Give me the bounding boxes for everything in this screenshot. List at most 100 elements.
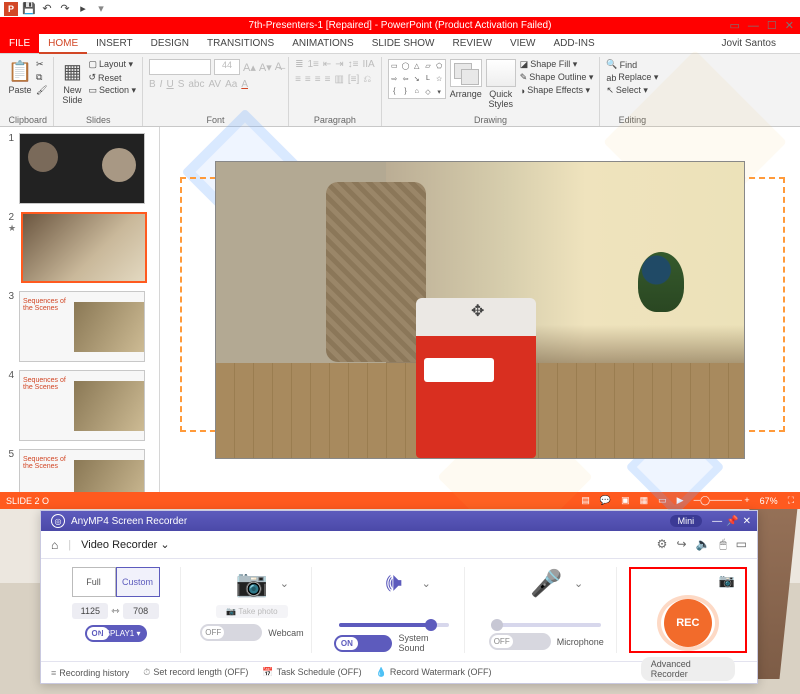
tab-animations[interactable]: ANIMATIONS — [283, 34, 362, 53]
font-family-select[interactable] — [149, 59, 211, 75]
comments-icon[interactable]: 💬 — [600, 495, 611, 506]
mouse-icon[interactable]: 🖱 — [719, 537, 726, 552]
section-button[interactable]: ▭Section ▾ — [88, 85, 136, 96]
chevron-down-icon[interactable]: ⌄ — [574, 577, 583, 590]
snapshot-icon[interactable]: 📷 — [719, 573, 735, 589]
thumbnail-pane[interactable]: 1 2 ★ 3 Sequences of the Scenes 4 — [0, 127, 160, 492]
recorder-close-icon[interactable]: ✕ — [743, 516, 751, 527]
normal-view-icon[interactable]: ▣ — [621, 495, 630, 506]
reset-button[interactable]: ↺Reset — [88, 72, 136, 83]
full-screen-button[interactable]: Full — [72, 567, 116, 597]
align-text-icon[interactable]: [≡] — [348, 74, 359, 85]
recorder-minimize-icon[interactable]: — — [712, 516, 722, 527]
recording-history-link[interactable]: ≡Recording history — [51, 668, 129, 678]
format-painter-icon[interactable]: 🖌 — [36, 85, 47, 96]
bold-icon[interactable]: B — [149, 79, 156, 90]
account-name[interactable]: Jovit Santos — [722, 34, 800, 53]
qat-dropdown-icon[interactable]: ▾ — [94, 2, 108, 16]
sound-volume-slider[interactable] — [339, 623, 449, 627]
home-icon[interactable]: ⌂ — [51, 538, 58, 552]
width-input[interactable]: 1125 — [72, 603, 108, 619]
cut-icon[interactable]: ✂ — [36, 59, 47, 70]
slide-thumbnail-1[interactable] — [19, 133, 145, 204]
task-schedule-link[interactable]: 📅Task Schedule (OFF) — [262, 667, 361, 678]
quick-styles-button[interactable]: Quick Styles — [486, 59, 516, 109]
tab-design[interactable]: DESIGN — [142, 34, 198, 53]
ribbon-options-icon[interactable]: ▭ — [730, 19, 740, 32]
align-left-icon[interactable]: ≡ — [295, 74, 301, 85]
tab-slideshow[interactable]: SLIDE SHOW — [363, 34, 444, 53]
align-center-icon[interactable]: ≡ — [305, 74, 311, 85]
numbering-icon[interactable]: 1≡ — [307, 59, 318, 70]
chevron-down-icon[interactable]: ⌄ — [280, 577, 289, 590]
new-slide-button[interactable]: ▦ New Slide — [60, 59, 84, 105]
strikethrough-icon[interactable]: abc — [188, 79, 204, 90]
zoom-level[interactable]: 67% — [760, 496, 778, 506]
current-slide[interactable]: NESCAFÉ. ✥ — [215, 161, 745, 459]
case-icon[interactable]: Aa — [225, 79, 237, 90]
take-photo-button[interactable]: 📷 Take photo — [216, 605, 287, 618]
record-button[interactable]: REC — [657, 595, 719, 651]
webcam-icon[interactable]: 📷⌄ — [229, 567, 275, 599]
slide-stage[interactable]: NESCAFÉ. ✥ — [160, 127, 800, 492]
mic-volume-slider[interactable] — [491, 623, 601, 627]
tab-review[interactable]: REVIEW — [443, 34, 500, 53]
advanced-recorder-button[interactable]: Advanced Recorder — [641, 657, 735, 681]
replace-button[interactable]: abReplace ▾ — [606, 72, 658, 83]
sound-icon[interactable]: 🔈 — [696, 537, 711, 552]
indent-inc-icon[interactable]: ⇥ — [335, 59, 343, 70]
slide-thumbnail-4[interactable]: Sequences of the Scenes — [19, 370, 145, 441]
bullets-icon[interactable]: ≣ — [295, 59, 303, 70]
recorder-mode-label[interactable]: Video Recorder ⌄ — [81, 538, 170, 551]
fit-to-window-icon[interactable]: ⛶ — [788, 495, 794, 506]
tab-home[interactable]: HOME — [39, 34, 87, 54]
text-direction-icon[interactable]: IIA — [362, 59, 374, 70]
redo-icon[interactable]: ↷ — [58, 2, 72, 16]
thumb-row-5[interactable]: 5 Sequences of the Scenes — [6, 449, 153, 492]
layout-button[interactable]: ▢Layout ▾ — [88, 59, 136, 70]
italic-icon[interactable]: I — [160, 79, 163, 90]
speaker-icon[interactable]: 🕪⌄ — [371, 567, 417, 599]
recorder-minimize-pill[interactable]: Mini — [670, 515, 703, 527]
minimize-icon[interactable]: — — [748, 20, 759, 32]
spacing-icon[interactable]: AV — [208, 79, 221, 90]
thumb-row-4[interactable]: 4 Sequences of the Scenes — [6, 370, 153, 441]
thumb-row-1[interactable]: 1 — [6, 133, 153, 204]
tab-file[interactable]: FILE — [0, 34, 39, 53]
display-toggle[interactable]: ON DISPLAY1 ▾ — [85, 625, 147, 642]
tab-insert[interactable]: INSERT — [87, 34, 142, 53]
tab-transitions[interactable]: TRANSITIONS — [198, 34, 283, 53]
slide-thumbnail-3[interactable]: Sequences of the Scenes — [19, 291, 145, 362]
find-button[interactable]: 🔍Find — [606, 59, 658, 70]
shape-outline-button[interactable]: ✎Shape Outline ▾ — [520, 72, 594, 83]
align-right-icon[interactable]: ≡ — [315, 74, 321, 85]
webcam-toggle[interactable]: OFF — [200, 624, 262, 641]
sound-toggle[interactable]: ON — [334, 635, 393, 652]
close-icon[interactable]: ✕ — [785, 19, 794, 32]
grow-font-icon[interactable]: A▴ — [243, 61, 256, 74]
record-length-link[interactable]: ⏱Set record length (OFF) — [143, 667, 248, 678]
lock-aspect-icon[interactable]: ⇿ — [111, 606, 119, 617]
shapes-gallery[interactable]: ▭◯△▱⬠ ⇨⇦↘L☆ {}⌂◇▾ — [388, 59, 446, 99]
tab-view[interactable]: VIEW — [501, 34, 545, 53]
save-icon[interactable]: 💾 — [22, 2, 36, 16]
mic-icon[interactable]: 🎤⌄ — [523, 567, 569, 599]
notes-icon[interactable]: ▤ — [581, 495, 590, 506]
justify-icon[interactable]: ≡ — [325, 74, 331, 85]
recorder-title-bar[interactable]: ◎ AnyMP4 Screen Recorder Mini — 📌 ✕ — [41, 511, 757, 531]
slide-thumbnail-5[interactable]: Sequences of the Scenes — [19, 449, 145, 492]
mic-toggle[interactable]: OFF — [489, 633, 551, 650]
font-color-icon[interactable]: A — [241, 79, 248, 90]
chevron-down-icon[interactable]: ⌄ — [422, 577, 431, 590]
slide-thumbnail-2[interactable] — [21, 212, 147, 283]
export-icon[interactable]: ↪ — [676, 537, 686, 552]
underline-icon[interactable]: U — [166, 79, 173, 90]
record-watermark-link[interactable]: 💧Record Watermark (OFF) — [376, 667, 492, 678]
copy-icon[interactable]: ⧉ — [36, 72, 47, 83]
settings-icon[interactable]: ⚙ — [657, 537, 668, 552]
undo-icon[interactable]: ↶ — [40, 2, 54, 16]
thumb-row-2[interactable]: 2 ★ — [6, 212, 153, 283]
height-input[interactable]: 708 — [123, 603, 159, 619]
clear-formatting-icon[interactable]: A̶ — [275, 61, 282, 73]
shrink-font-icon[interactable]: A▾ — [259, 61, 272, 74]
